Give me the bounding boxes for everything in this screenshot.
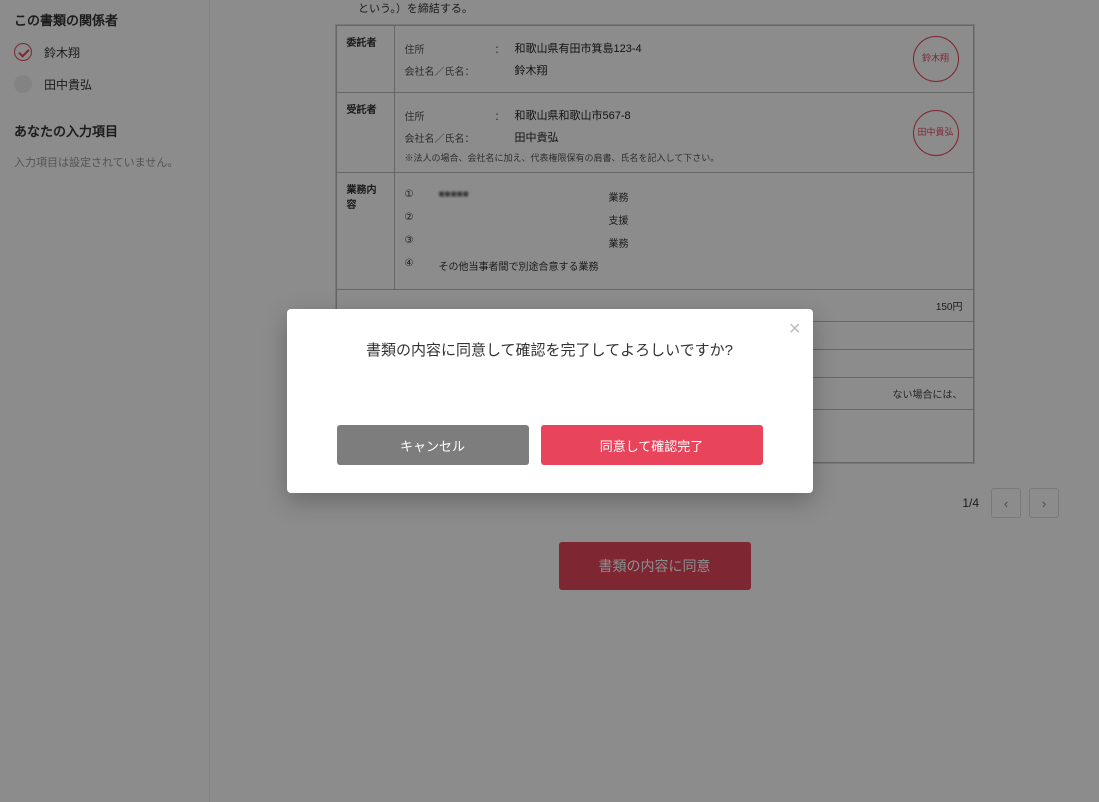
close-button[interactable]: × [789,319,801,339]
modal-overlay[interactable]: × 書類の内容に同意して確認を完了してよろしいですか? キャンセル 同意して確認… [0,0,1099,802]
close-icon: × [789,318,801,340]
modal-message: 書類の内容に同意して確認を完了してよろしいですか? [287,309,813,400]
cancel-button[interactable]: キャンセル [337,425,529,465]
confirm-button[interactable]: 同意して確認完了 [541,425,763,465]
confirm-modal: × 書類の内容に同意して確認を完了してよろしいですか? キャンセル 同意して確認… [287,309,813,493]
